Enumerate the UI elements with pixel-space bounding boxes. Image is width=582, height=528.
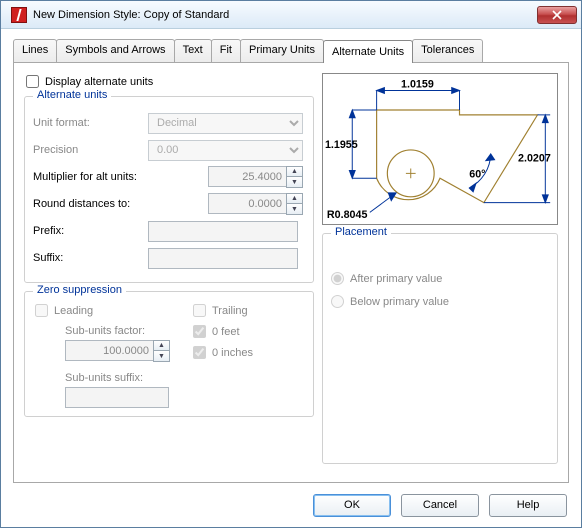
subunits-suffix-label: Sub-units suffix: bbox=[65, 372, 191, 384]
round-label: Round distances to: bbox=[33, 198, 208, 210]
left-column: Display alternate units Alternate units … bbox=[24, 73, 314, 472]
precision-label: Precision bbox=[33, 144, 148, 156]
multiplier-spin-up[interactable]: ▲ bbox=[286, 166, 303, 177]
dialog-window: New Dimension Style: Copy of Standard Li… bbox=[0, 0, 582, 528]
suffix-input[interactable] bbox=[148, 248, 298, 269]
round-spin-up[interactable]: ▲ bbox=[286, 193, 303, 204]
unit-format-select[interactable]: Decimal bbox=[148, 113, 303, 134]
leading-label: Leading bbox=[54, 305, 93, 317]
zero-inches-checkbox[interactable] bbox=[193, 346, 206, 359]
tab-strip: Lines Symbols and Arrows Text Fit Primar… bbox=[13, 39, 569, 62]
prefix-label: Prefix: bbox=[33, 225, 148, 237]
unit-format-label: Unit format: bbox=[33, 117, 148, 129]
tab-fit[interactable]: Fit bbox=[211, 39, 241, 62]
after-primary-radio[interactable] bbox=[331, 272, 344, 285]
subunits-factor-label: Sub-units factor: bbox=[65, 325, 191, 337]
round-input[interactable] bbox=[208, 193, 286, 214]
subunits-suffix-input[interactable] bbox=[65, 387, 169, 408]
tab-lines[interactable]: Lines bbox=[13, 39, 57, 62]
ok-button[interactable]: OK bbox=[313, 494, 391, 517]
round-spin-down[interactable]: ▼ bbox=[286, 204, 303, 215]
multiplier-spin-down[interactable]: ▼ bbox=[286, 177, 303, 188]
round-spinner[interactable]: ▲ ▼ bbox=[208, 193, 303, 215]
zero-feet-checkbox[interactable] bbox=[193, 325, 206, 338]
tab-symbols-arrows[interactable]: Symbols and Arrows bbox=[56, 39, 174, 62]
titlebar[interactable]: New Dimension Style: Copy of Standard bbox=[1, 1, 581, 29]
suffix-label: Suffix: bbox=[33, 252, 148, 264]
after-primary-label: After primary value bbox=[350, 273, 442, 285]
placement-legend: Placement bbox=[331, 226, 391, 238]
tab-text[interactable]: Text bbox=[174, 39, 212, 62]
content-area: Lines Symbols and Arrows Text Fit Primar… bbox=[1, 29, 581, 483]
trailing-row[interactable]: Trailing bbox=[193, 304, 305, 317]
svg-text:1.0159: 1.0159 bbox=[401, 79, 434, 91]
close-button[interactable] bbox=[537, 6, 577, 24]
display-alternate-units-label: Display alternate units bbox=[45, 76, 153, 88]
after-primary-row[interactable]: After primary value bbox=[331, 272, 549, 285]
svg-text:R0.8045: R0.8045 bbox=[327, 209, 368, 221]
trailing-checkbox[interactable] bbox=[193, 304, 206, 317]
zero-suppression-group: Zero suppression Leading Sub-units facto… bbox=[24, 291, 314, 417]
app-icon bbox=[11, 7, 27, 23]
display-alternate-units-checkbox[interactable] bbox=[26, 75, 39, 88]
alternate-units-group: Alternate units Unit format: Decimal Pre… bbox=[24, 96, 314, 283]
zero-feet-label: 0 feet bbox=[212, 326, 240, 338]
multiplier-spinner[interactable]: ▲ ▼ bbox=[208, 166, 303, 188]
zero-inches-label: 0 inches bbox=[212, 347, 253, 359]
below-primary-radio[interactable] bbox=[331, 295, 344, 308]
zero-suppression-legend: Zero suppression bbox=[33, 284, 126, 296]
help-button[interactable]: Help bbox=[489, 494, 567, 517]
alternate-units-legend: Alternate units bbox=[33, 89, 111, 101]
trailing-label: Trailing bbox=[212, 305, 248, 317]
zero-inches-row[interactable]: 0 inches bbox=[193, 346, 305, 359]
tab-primary-units[interactable]: Primary Units bbox=[240, 39, 324, 62]
zero-feet-row[interactable]: 0 feet bbox=[193, 325, 305, 338]
leading-checkbox[interactable] bbox=[35, 304, 48, 317]
svg-text:1.1955: 1.1955 bbox=[325, 139, 358, 151]
dialog-footer: OK Cancel Help bbox=[1, 483, 581, 527]
subunits-factor-spinner[interactable]: ▲ ▼ bbox=[65, 340, 191, 362]
subfactor-spin-up[interactable]: ▲ bbox=[153, 340, 170, 351]
svg-text:60°: 60° bbox=[469, 168, 485, 180]
precision-select[interactable]: 0.00 bbox=[148, 140, 303, 161]
placement-group: Placement After primary value Below prim… bbox=[322, 233, 558, 464]
right-column: 1.0159 1.1955 2.0207 60° R0.8045 Placeme… bbox=[322, 73, 558, 472]
tab-alternate-units[interactable]: Alternate Units bbox=[323, 40, 413, 63]
multiplier-label: Multiplier for alt units: bbox=[33, 171, 208, 183]
subfactor-spin-down[interactable]: ▼ bbox=[153, 351, 170, 362]
below-primary-label: Below primary value bbox=[350, 296, 449, 308]
cancel-button[interactable]: Cancel bbox=[401, 494, 479, 517]
subunits-factor-input[interactable] bbox=[65, 340, 153, 361]
leading-row[interactable]: Leading bbox=[35, 304, 191, 317]
tab-body: Display alternate units Alternate units … bbox=[13, 62, 569, 483]
tab-tolerances[interactable]: Tolerances bbox=[412, 39, 483, 62]
svg-text:2.0207: 2.0207 bbox=[518, 153, 551, 165]
close-icon bbox=[552, 10, 562, 20]
display-alternate-units-row[interactable]: Display alternate units bbox=[26, 75, 314, 88]
below-primary-row[interactable]: Below primary value bbox=[331, 295, 549, 308]
window-title: New Dimension Style: Copy of Standard bbox=[33, 9, 537, 21]
multiplier-input[interactable] bbox=[208, 166, 286, 187]
preview-drawing-icon: 1.0159 1.1955 2.0207 60° R0.8045 bbox=[323, 74, 557, 224]
prefix-input[interactable] bbox=[148, 221, 298, 242]
preview-pane: 1.0159 1.1955 2.0207 60° R0.8045 bbox=[322, 73, 558, 225]
